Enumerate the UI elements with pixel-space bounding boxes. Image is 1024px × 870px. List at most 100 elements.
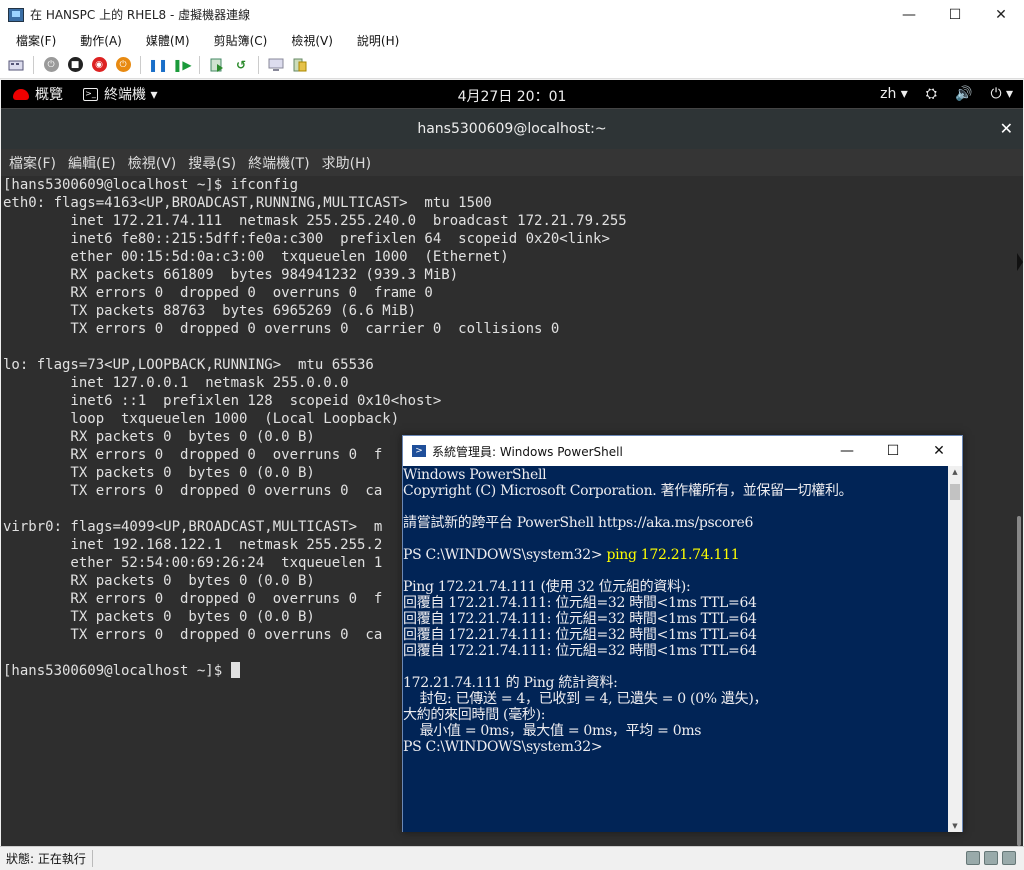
resume-icon[interactable]: ❚▶ [172, 56, 191, 74]
terminal-menu-view[interactable]: 檢視(V) [128, 153, 177, 173]
ps-output-line: PS C:\WINDOWS\system32> [403, 739, 603, 755]
host-toolbar: ⏻ ■ ◉ ⏻ ❚❚ ❚▶ ↺ [0, 51, 1024, 79]
close-button[interactable]: ✕ [978, 0, 1024, 29]
ps-line: PS C:\WINDOWS\system32> [403, 547, 607, 563]
terminal-line: [hans5300609@localhost ~]$ ifconfig [3, 177, 299, 193]
revert-icon[interactable]: ↺ [232, 56, 250, 74]
terminal-line: RX errors 0 dropped 0 overruns 0 frame 0 [3, 285, 433, 301]
ps-output-line: 回覆自 172.21.74.111: 位元組=32 時間<1ms TTL=64 [403, 611, 757, 627]
ps-maximize-button[interactable]: ☐ [870, 436, 916, 466]
ps-scroll-thumb[interactable] [950, 484, 960, 500]
host-window-title: 在 HANSPC 上的 RHEL8 - 虛擬機器連線 [30, 8, 251, 22]
host-title-bar: 在 HANSPC 上的 RHEL8 - 虛擬機器連線 — ☐ ✕ [0, 0, 1024, 29]
ps-output-line: Ping 172.21.74.111 (使用 32 位元組的資料): [403, 579, 691, 595]
lock-icon [1002, 851, 1016, 865]
mouse-icon [984, 851, 998, 865]
activities-button[interactable]: 概覽 [13, 84, 63, 104]
terminal-icon: >_ [83, 87, 98, 101]
terminal-menu-file[interactable]: 檔案(F) [9, 153, 56, 173]
menu-action[interactable]: 動作(A) [80, 32, 122, 49]
text-cursor [230, 662, 240, 678]
terminal-line: loop txqueuelen 1000 (Local Loopback) [3, 411, 400, 427]
keyboard-icon [966, 851, 980, 865]
ps-line [403, 531, 948, 547]
enhanced-session-icon[interactable] [267, 56, 285, 74]
mouse-pointer-icon [1017, 253, 1023, 271]
terminal-menu-bar: 檔案(F) 編輯(E) 檢視(V) 搜尋(S) 終端機(T) 求助(H) [1, 149, 1023, 176]
ps-output-line: 回覆自 172.21.74.111: 位元組=32 時間<1ms TTL=64 [403, 627, 757, 643]
terminal-line: inet6 ::1 prefixlen 128 scopeid 0x10<hos… [3, 393, 442, 409]
terminal-line: ether 00:15:5d:0a:c3:00 txqueuelen 1000 … [3, 249, 509, 265]
language-selector[interactable]: zh ▾ [880, 86, 908, 102]
host-menu-bar: 檔案(F) 動作(A) 媒體(M) 剪貼簿(C) 檢視(V) 說明(H) [0, 29, 1024, 51]
ps-scroll-down-icon[interactable]: ▼ [948, 822, 962, 830]
menu-help[interactable]: 說明(H) [357, 32, 399, 49]
menu-view[interactable]: 檢視(V) [291, 32, 333, 49]
share-icon[interactable] [291, 56, 309, 74]
terminal-prompt: [hans5300609@localhost ~]$ [3, 663, 231, 679]
host-status-bar: 狀態: 正在執行 [0, 846, 1024, 870]
app-menu-label: 終端機 ▾ [104, 87, 158, 103]
maximize-button[interactable]: ☐ [932, 0, 978, 29]
terminal-menu-help[interactable]: 求助(H) [322, 153, 371, 173]
ps-output-line: 大約的來回時間 (毫秒): [403, 707, 546, 723]
terminal-close-button[interactable]: ✕ [1000, 119, 1013, 138]
checkpoint-icon[interactable] [208, 56, 226, 74]
ps-scroll-up-icon[interactable]: ▲ [948, 468, 962, 476]
terminal-line: inet 127.0.0.1 netmask 255.0.0.0 [3, 375, 349, 391]
volume-icon[interactable]: 🔊 [955, 86, 972, 102]
vm-connection-icon [8, 7, 24, 22]
powershell-console[interactable]: Windows PowerShell Copyright (C) Microsof… [403, 466, 948, 832]
ps-output-line [403, 563, 948, 579]
ps-output-line: 最小值 = 0ms，最大值 = 0ms，平均 = 0ms [403, 723, 702, 739]
powershell-icon: > [412, 445, 426, 457]
ps-output-line [403, 659, 948, 675]
ps-output-lines: Ping 172.21.74.111 (使用 32 位元組的資料): 回覆自 17… [403, 563, 948, 755]
terminal-line: inet 172.21.74.111 netmask 255.255.240.0… [3, 213, 627, 229]
terminal-menu-edit[interactable]: 編輯(E) [68, 153, 116, 173]
powershell-window[interactable]: > 系統管理員: Windows PowerShell — ☐ ✕ Window… [402, 435, 963, 832]
ps-scrollbar[interactable]: ▲ ▼ [948, 466, 962, 832]
ps-output-line: 172.21.74.111 的 Ping 統計資料: [403, 675, 618, 691]
terminal-scrollbar[interactable] [1015, 176, 1023, 846]
activities-label: 概覽 [35, 87, 63, 103]
start-icon[interactable]: ⏻ [42, 56, 60, 74]
ctrl-alt-del-icon[interactable] [7, 56, 25, 74]
terminal-title: hans5300609@localhost:~ [417, 121, 607, 137]
shutdown-icon[interactable]: ◉ [90, 56, 108, 74]
ps-close-button[interactable]: ✕ [916, 436, 962, 466]
ps-line: Windows PowerShell [403, 467, 547, 483]
powershell-title: 系統管理員: Windows PowerShell [432, 444, 623, 459]
terminal-line: RX packets 661809 bytes 984941232 (939.3… [3, 267, 459, 283]
minimize-button[interactable]: — [886, 0, 932, 29]
terminal-scroll-thumb[interactable] [1017, 516, 1021, 846]
terminal-menu-search[interactable]: 搜尋(S) [188, 153, 236, 173]
ps-output-line: 封包: 已傳送 = 4，已收到 = 4, 已遺失 = 0 (0% 遺失)， [403, 691, 768, 707]
powershell-title-bar[interactable]: > 系統管理員: Windows PowerShell — ☐ ✕ [403, 436, 962, 466]
app-menu-terminal[interactable]: >_ 終端機 ▾ [83, 84, 157, 104]
terminal-line: TX errors 0 dropped 0 overruns 0 carrier… [3, 321, 560, 337]
power-icon[interactable]: ⏻ [114, 56, 132, 74]
ps-line: 請嘗試新的跨平台 PowerShell https://aka.ms/pscor… [403, 515, 754, 531]
power-menu-icon[interactable]: ⏻ ▾ [990, 86, 1013, 102]
terminal-line: TX packets 88763 bytes 6965269 (6.6 MiB) [3, 303, 417, 319]
redhat-logo-icon [13, 88, 29, 100]
menu-file[interactable]: 檔案(F) [16, 32, 56, 49]
system-tray: zh ▾ ⛭ 🔊 ⏻ ▾ [880, 80, 1013, 108]
network-icon[interactable]: ⛭ [926, 86, 937, 102]
pause-icon[interactable]: ❚❚ [148, 56, 168, 74]
menu-media[interactable]: 媒體(M) [146, 32, 190, 49]
turn-off-icon[interactable]: ■ [66, 56, 84, 74]
ps-command: ping 172.21.74.111 [606, 547, 740, 563]
terminal-line: inet6 fe80::215:5dff:fe0a:c300 prefixlen… [3, 231, 610, 247]
ps-output-line: 回覆自 172.21.74.111: 位元組=32 時間<1ms TTL=64 [403, 643, 757, 659]
menu-clipboard[interactable]: 剪貼簿(C) [214, 32, 268, 49]
vm-status: 狀態: 正在執行 [0, 850, 93, 867]
ps-line: Copyright (C) Microsoft Corporation. 著作權… [403, 483, 853, 499]
ps-minimize-button[interactable]: — [824, 436, 870, 466]
terminal-line: lo: flags=73<UP,LOOPBACK,RUNNING> mtu 65… [3, 357, 374, 373]
terminal-menu-terminal[interactable]: 終端機(T) [248, 153, 309, 173]
terminal-header: hans5300609@localhost:~ ✕ [1, 108, 1023, 149]
ps-line [403, 499, 948, 515]
